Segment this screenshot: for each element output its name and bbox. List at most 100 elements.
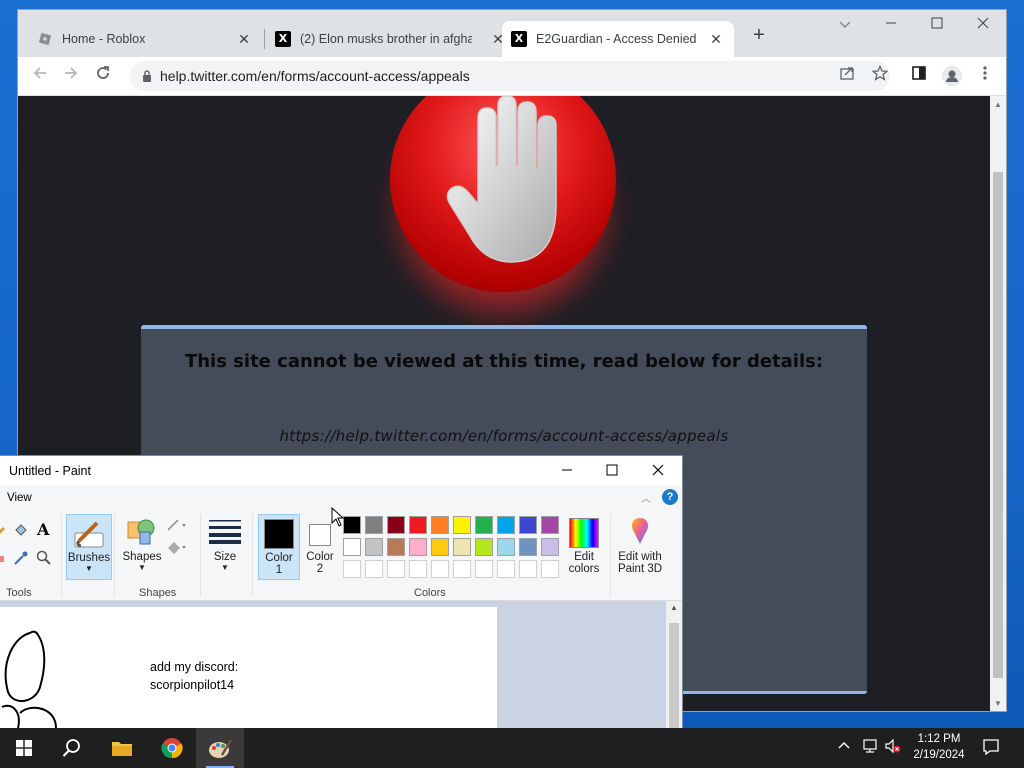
palette-color-swatch[interactable] bbox=[519, 516, 537, 534]
palette-color-swatch[interactable] bbox=[387, 516, 405, 534]
custom-color-slot[interactable] bbox=[453, 560, 471, 578]
system-clock[interactable]: 1:12 PM 2/19/2024 bbox=[902, 731, 976, 763]
palette-color-swatch[interactable] bbox=[343, 538, 361, 556]
canvas-scrollbar[interactable]: ▲ bbox=[666, 601, 682, 728]
tab-elon[interactable]: X (2) Elon musks brother in afghan ✕ bbox=[266, 21, 504, 57]
paint3d-label-2: Paint 3D bbox=[617, 563, 663, 575]
brushes-button[interactable]: Brushes ▼ bbox=[66, 514, 112, 580]
palette-color-swatch[interactable] bbox=[541, 538, 559, 556]
window-title: Untitled - Paint bbox=[9, 464, 91, 478]
group-tools-label: Tools bbox=[6, 587, 32, 599]
palette-color-swatch[interactable] bbox=[453, 516, 471, 534]
custom-color-slot[interactable] bbox=[387, 560, 405, 578]
collapse-ribbon-icon[interactable]: ︿ bbox=[641, 490, 651, 505]
palette-color-swatch[interactable] bbox=[431, 538, 449, 556]
minimize-icon[interactable] bbox=[552, 460, 582, 482]
help-icon[interactable]: ? bbox=[662, 489, 678, 505]
magnifier-icon[interactable] bbox=[36, 550, 52, 571]
notifications-icon[interactable] bbox=[982, 738, 1000, 759]
address-bar[interactable]: help.twitter.com/en/forms/account-access… bbox=[130, 61, 890, 91]
eraser-icon[interactable] bbox=[0, 552, 6, 570]
palette-color-swatch[interactable] bbox=[387, 538, 405, 556]
menu-view[interactable]: View bbox=[7, 492, 32, 504]
custom-color-slot[interactable] bbox=[519, 560, 537, 578]
paint-title-bar[interactable]: Untitled - Paint bbox=[0, 456, 682, 486]
paint-icon[interactable] bbox=[196, 728, 244, 768]
chrome-icon[interactable] bbox=[148, 728, 196, 768]
tab-title: Home - Roblox bbox=[62, 32, 146, 46]
custom-color-slot[interactable] bbox=[343, 560, 361, 578]
forward-arrow-icon[interactable] bbox=[60, 65, 82, 87]
pencil-icon[interactable] bbox=[0, 524, 8, 543]
tab-e2guardian[interactable]: X E2Guardian - Access Denied ✕ bbox=[502, 21, 734, 57]
palette-color-swatch[interactable] bbox=[453, 538, 471, 556]
scroll-up-icon[interactable]: ▲ bbox=[670, 603, 678, 612]
custom-color-slot[interactable] bbox=[431, 560, 449, 578]
close-icon[interactable]: ✕ bbox=[236, 31, 252, 47]
search-icon[interactable] bbox=[48, 728, 96, 768]
palette-color-swatch[interactable] bbox=[497, 538, 515, 556]
edit-with-paint3d-button[interactable]: Edit with Paint 3D bbox=[614, 514, 666, 578]
window-close-icon[interactable] bbox=[968, 16, 998, 32]
bookmark-star-icon[interactable] bbox=[869, 64, 891, 87]
back-arrow-icon[interactable] bbox=[29, 65, 51, 87]
share-icon[interactable] bbox=[836, 65, 858, 87]
tab-search-icon[interactable] bbox=[830, 16, 860, 32]
volume-muted-icon[interactable] bbox=[884, 738, 902, 757]
kebab-menu-icon[interactable] bbox=[974, 65, 996, 87]
palette-color-swatch[interactable] bbox=[497, 516, 515, 534]
close-icon[interactable]: ✕ bbox=[708, 31, 724, 47]
start-icon[interactable] bbox=[0, 728, 48, 768]
palette-color-swatch[interactable] bbox=[343, 516, 361, 534]
tab-roblox[interactable]: Home - Roblox ✕ bbox=[18, 21, 262, 57]
outline-icon[interactable] bbox=[166, 518, 190, 537]
scroll-thumb[interactable] bbox=[993, 172, 1003, 678]
network-icon[interactable] bbox=[862, 738, 880, 757]
palette-color-swatch[interactable] bbox=[409, 538, 427, 556]
page-scrollbar[interactable]: ▲ ▼ bbox=[990, 96, 1006, 711]
edit-colors-label-2: colors bbox=[568, 563, 600, 575]
palette-color-swatch[interactable] bbox=[541, 516, 559, 534]
maximize-icon[interactable] bbox=[922, 16, 952, 32]
color-picker-icon[interactable] bbox=[13, 550, 29, 571]
color-palette bbox=[343, 516, 563, 582]
shapes-button[interactable]: Shapes ▼ bbox=[118, 514, 166, 578]
minimize-icon[interactable] bbox=[876, 16, 906, 32]
shapes-icon bbox=[127, 519, 155, 545]
palette-color-swatch[interactable] bbox=[519, 538, 537, 556]
chevron-up-icon[interactable] bbox=[838, 738, 850, 753]
custom-color-slot[interactable] bbox=[497, 560, 515, 578]
palette-color-swatch[interactable] bbox=[409, 516, 427, 534]
custom-color-slot[interactable] bbox=[409, 560, 427, 578]
close-icon[interactable] bbox=[643, 460, 673, 482]
palette-color-swatch[interactable] bbox=[475, 516, 493, 534]
lock-icon[interactable] bbox=[142, 69, 152, 82]
custom-color-slot[interactable] bbox=[365, 560, 383, 578]
edit-colors-button[interactable]: Edit colors bbox=[564, 514, 604, 578]
edit-colors-label: Edit bbox=[574, 551, 594, 563]
size-button[interactable]: Size ▼ bbox=[205, 514, 245, 578]
color1-button[interactable]: Color 1 bbox=[258, 514, 300, 580]
scroll-thumb[interactable] bbox=[669, 623, 679, 728]
fill-icon[interactable] bbox=[166, 540, 190, 559]
file-explorer-icon[interactable] bbox=[98, 728, 146, 768]
drawing-canvas[interactable]: add my discord: scorpionpilot14 bbox=[0, 607, 497, 728]
scroll-down-icon[interactable]: ▼ bbox=[994, 699, 1002, 708]
shapes-label: Shapes bbox=[122, 551, 162, 563]
fill-bucket-icon[interactable] bbox=[13, 522, 29, 543]
palette-color-swatch[interactable] bbox=[365, 516, 383, 534]
palette-color-swatch[interactable] bbox=[365, 538, 383, 556]
side-panel-icon[interactable] bbox=[908, 65, 930, 87]
palette-color-swatch[interactable] bbox=[431, 516, 449, 534]
scroll-up-icon[interactable]: ▲ bbox=[994, 100, 1002, 109]
custom-color-slot[interactable] bbox=[475, 560, 493, 578]
palette-color-swatch[interactable] bbox=[475, 538, 493, 556]
reload-icon[interactable] bbox=[92, 65, 114, 87]
text-tool-icon[interactable]: A bbox=[37, 520, 49, 539]
custom-color-slot[interactable] bbox=[541, 560, 559, 578]
canvas-area: add my discord: scorpionpilot14 bbox=[0, 601, 666, 728]
profile-avatar-icon[interactable] bbox=[942, 66, 962, 86]
maximize-icon[interactable] bbox=[597, 460, 627, 482]
new-tab-button[interactable]: + bbox=[748, 24, 770, 46]
dropdown-arrow-icon: ▼ bbox=[138, 563, 146, 572]
